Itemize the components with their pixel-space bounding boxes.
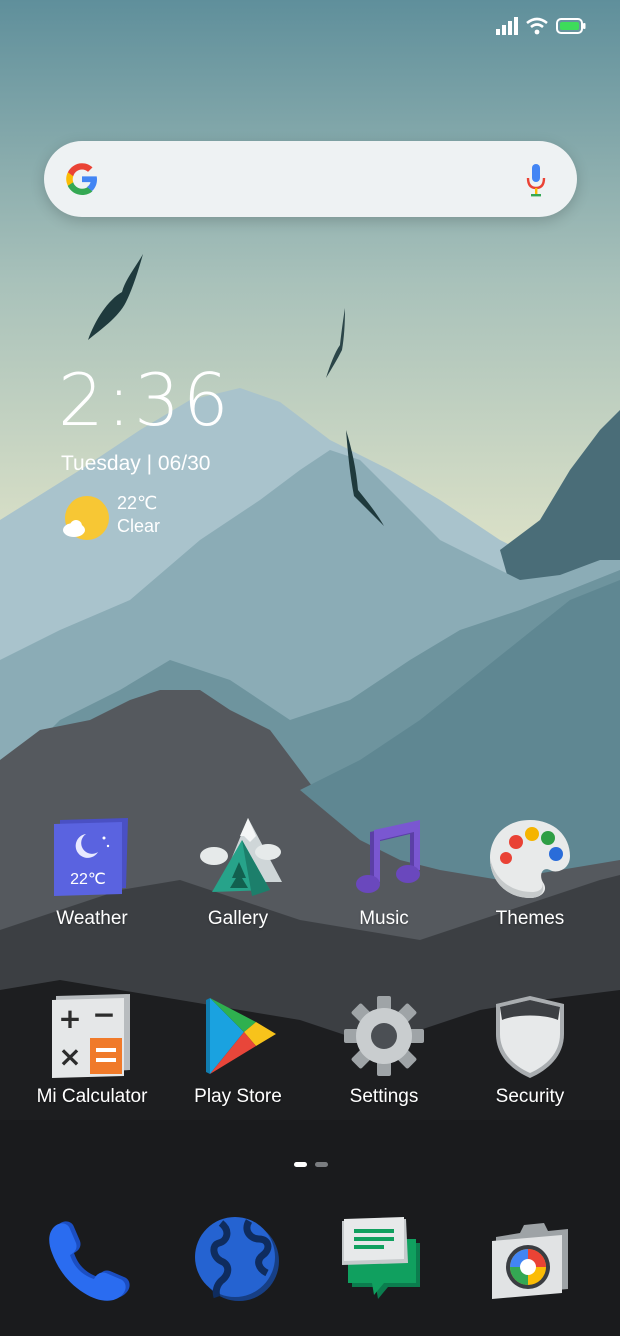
phone-icon[interactable] xyxy=(44,1213,136,1305)
clock-time[interactable]: 2:36 xyxy=(58,358,232,442)
page-indicator[interactable] xyxy=(294,1162,328,1167)
svg-text:×: × xyxy=(58,1040,81,1073)
weather-app-badge: 22℃ xyxy=(70,871,106,888)
app-play-store[interactable]: Play Store xyxy=(163,990,313,1108)
play-store-icon xyxy=(206,998,276,1074)
calculator-icon: + − × xyxy=(52,994,130,1078)
battery-icon xyxy=(556,18,586,34)
app-label: Play Store xyxy=(194,1086,282,1107)
themes-icon xyxy=(490,820,570,898)
messages-icon[interactable] xyxy=(336,1213,428,1305)
camera-icon[interactable] xyxy=(484,1213,576,1305)
app-label: Themes xyxy=(495,908,565,929)
page-dot-active[interactable] xyxy=(294,1162,307,1167)
browser-icon[interactable] xyxy=(191,1213,283,1305)
status-bar xyxy=(0,0,620,56)
music-icon xyxy=(356,820,420,893)
app-mi-calculator[interactable]: + − × Mi Calculator xyxy=(17,990,167,1108)
gallery-icon xyxy=(200,818,282,896)
app-themes[interactable]: Themes xyxy=(455,812,605,930)
app-weather[interactable]: 22℃ Weather xyxy=(17,812,167,930)
weather-temperature: 22℃ xyxy=(117,493,158,513)
weather-icon: 22℃ xyxy=(54,818,128,896)
clock-date[interactable]: Tuesday | 06/30 xyxy=(61,452,210,476)
app-settings[interactable]: Settings xyxy=(309,990,459,1108)
dock xyxy=(0,1205,620,1315)
app-label: Weather xyxy=(56,908,128,929)
wifi-icon xyxy=(526,17,548,35)
svg-text:+: + xyxy=(58,1002,81,1035)
app-label: Music xyxy=(359,908,409,929)
app-label: Security xyxy=(495,1086,565,1107)
app-security[interactable]: Security xyxy=(455,990,605,1108)
app-label: Gallery xyxy=(207,908,269,929)
signal-icon xyxy=(496,17,518,35)
security-icon xyxy=(496,996,564,1078)
app-music[interactable]: Music xyxy=(309,812,459,930)
weather-condition: Clear xyxy=(117,516,161,536)
sun-cloud-icon xyxy=(63,496,109,540)
google-g-logo xyxy=(66,163,97,195)
app-label: Settings xyxy=(349,1086,419,1107)
svg-text:−: − xyxy=(92,998,115,1031)
page-dot[interactable] xyxy=(315,1162,328,1167)
settings-icon xyxy=(344,996,424,1076)
google-search-bar[interactable] xyxy=(44,141,577,217)
app-gallery[interactable]: Gallery xyxy=(163,812,313,930)
app-label: Mi Calculator xyxy=(36,1086,148,1107)
microphone-icon[interactable] xyxy=(525,163,547,197)
